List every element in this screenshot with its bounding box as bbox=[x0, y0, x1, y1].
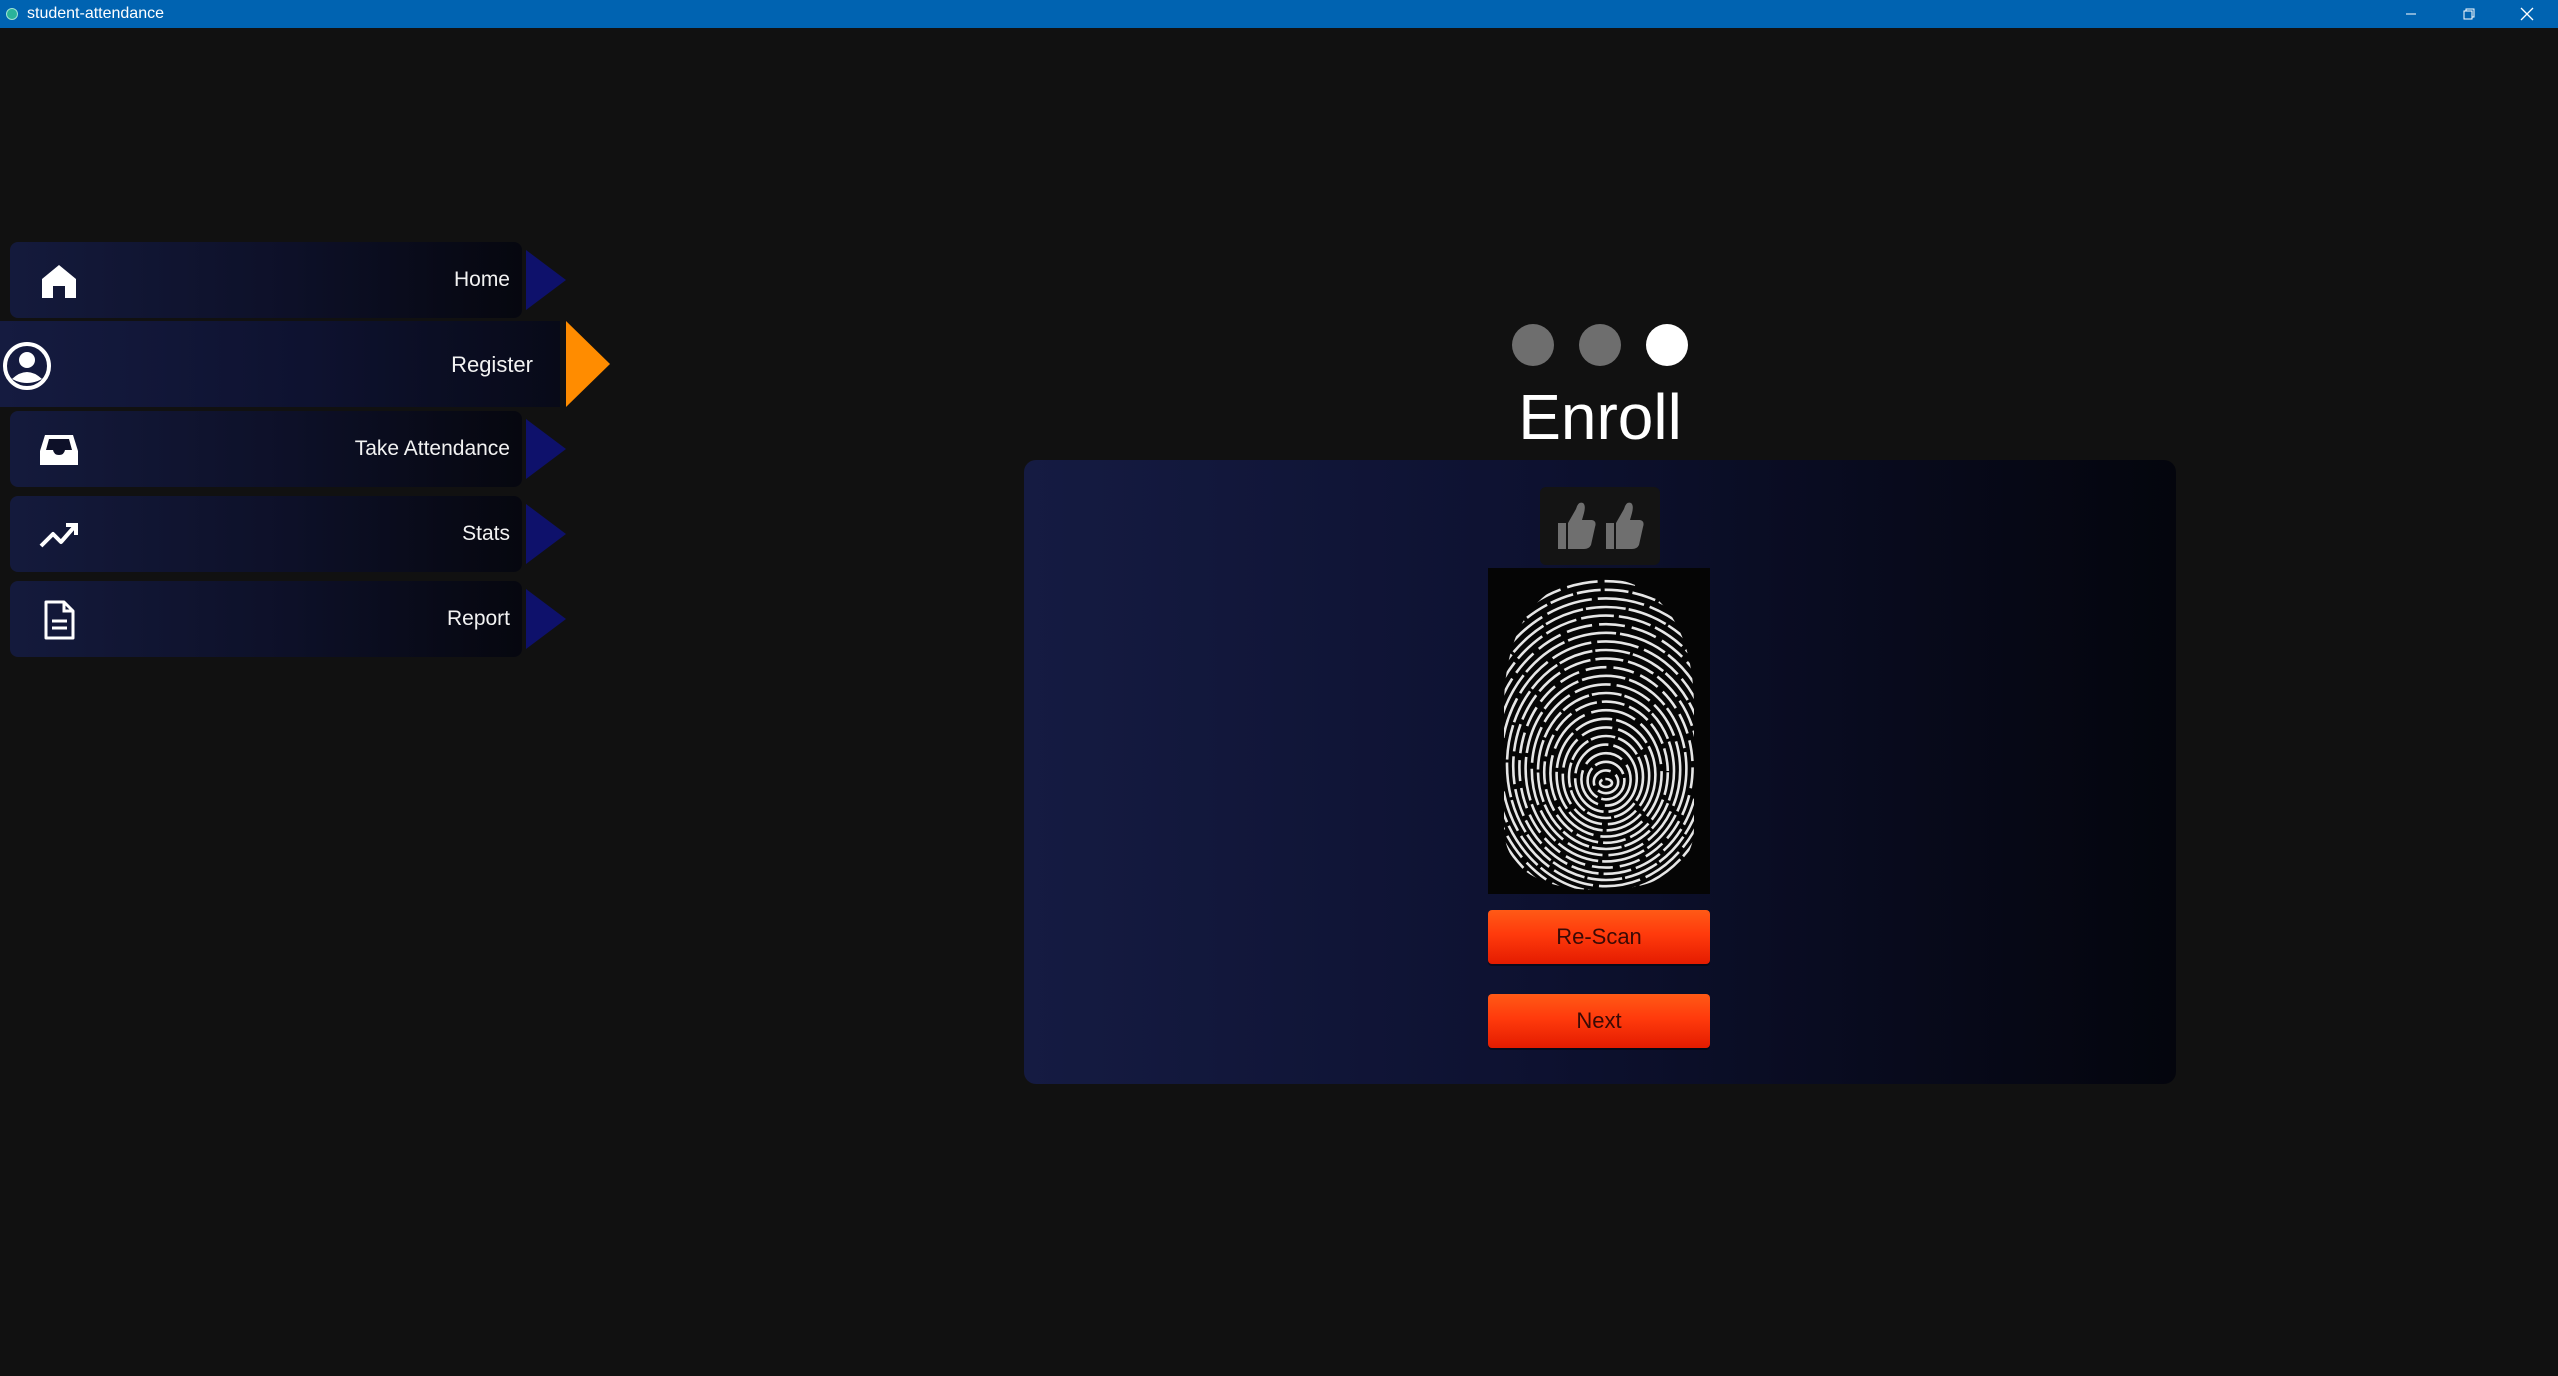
app-icon bbox=[6, 8, 18, 20]
sidebar-item-label: Take Attendance bbox=[354, 437, 510, 460]
title-bar: student-attendance bbox=[0, 0, 2558, 28]
rescan-button[interactable]: Re-Scan bbox=[1488, 910, 1710, 964]
window-title: student-attendance bbox=[27, 5, 164, 22]
restore-button[interactable] bbox=[2440, 0, 2498, 28]
thumbs-up-icon bbox=[1558, 502, 1644, 549]
page-title: Enroll bbox=[1518, 381, 1682, 453]
home-icon bbox=[42, 265, 76, 298]
step-indicator bbox=[1512, 324, 1554, 366]
sidebar-item-label: Stats bbox=[462, 522, 510, 545]
nav-arrow bbox=[526, 589, 566, 649]
restore-icon bbox=[2463, 8, 2475, 20]
sidebar-item-take-attendance[interactable]: Take Attendance bbox=[10, 411, 566, 487]
step-indicator bbox=[1579, 324, 1621, 366]
sidebar-item-stats[interactable]: Stats bbox=[10, 496, 566, 572]
sidebar-item-label: Report bbox=[446, 607, 510, 630]
user-circle-icon bbox=[3, 342, 51, 390]
sidebar-item-home[interactable]: Home bbox=[10, 242, 566, 318]
next-button[interactable]: Next bbox=[1488, 994, 1710, 1048]
fingerprint-image bbox=[1488, 568, 1710, 894]
close-icon bbox=[2520, 7, 2534, 21]
trending-up-icon bbox=[39, 523, 78, 548]
nav-arrow bbox=[526, 504, 566, 564]
step-indicator-current bbox=[1646, 324, 1688, 366]
nav-arrow bbox=[526, 419, 566, 479]
sidebar-item-label: Register bbox=[451, 352, 533, 377]
scan-status-badge bbox=[1540, 487, 1660, 565]
sidebar-item-report[interactable]: Report bbox=[10, 581, 566, 657]
sidebar-item-label: Home bbox=[453, 268, 510, 291]
nav-arrow bbox=[526, 250, 566, 310]
minimize-button[interactable] bbox=[2382, 0, 2440, 28]
inbox-icon bbox=[40, 435, 78, 465]
close-button[interactable] bbox=[2498, 0, 2556, 28]
document-icon bbox=[44, 600, 75, 640]
minimize-icon bbox=[2406, 13, 2416, 15]
nav-arrow-active bbox=[566, 321, 610, 407]
sidebar-item-register[interactable]: Register bbox=[0, 321, 610, 407]
fingerprint-scan bbox=[1488, 568, 1710, 894]
